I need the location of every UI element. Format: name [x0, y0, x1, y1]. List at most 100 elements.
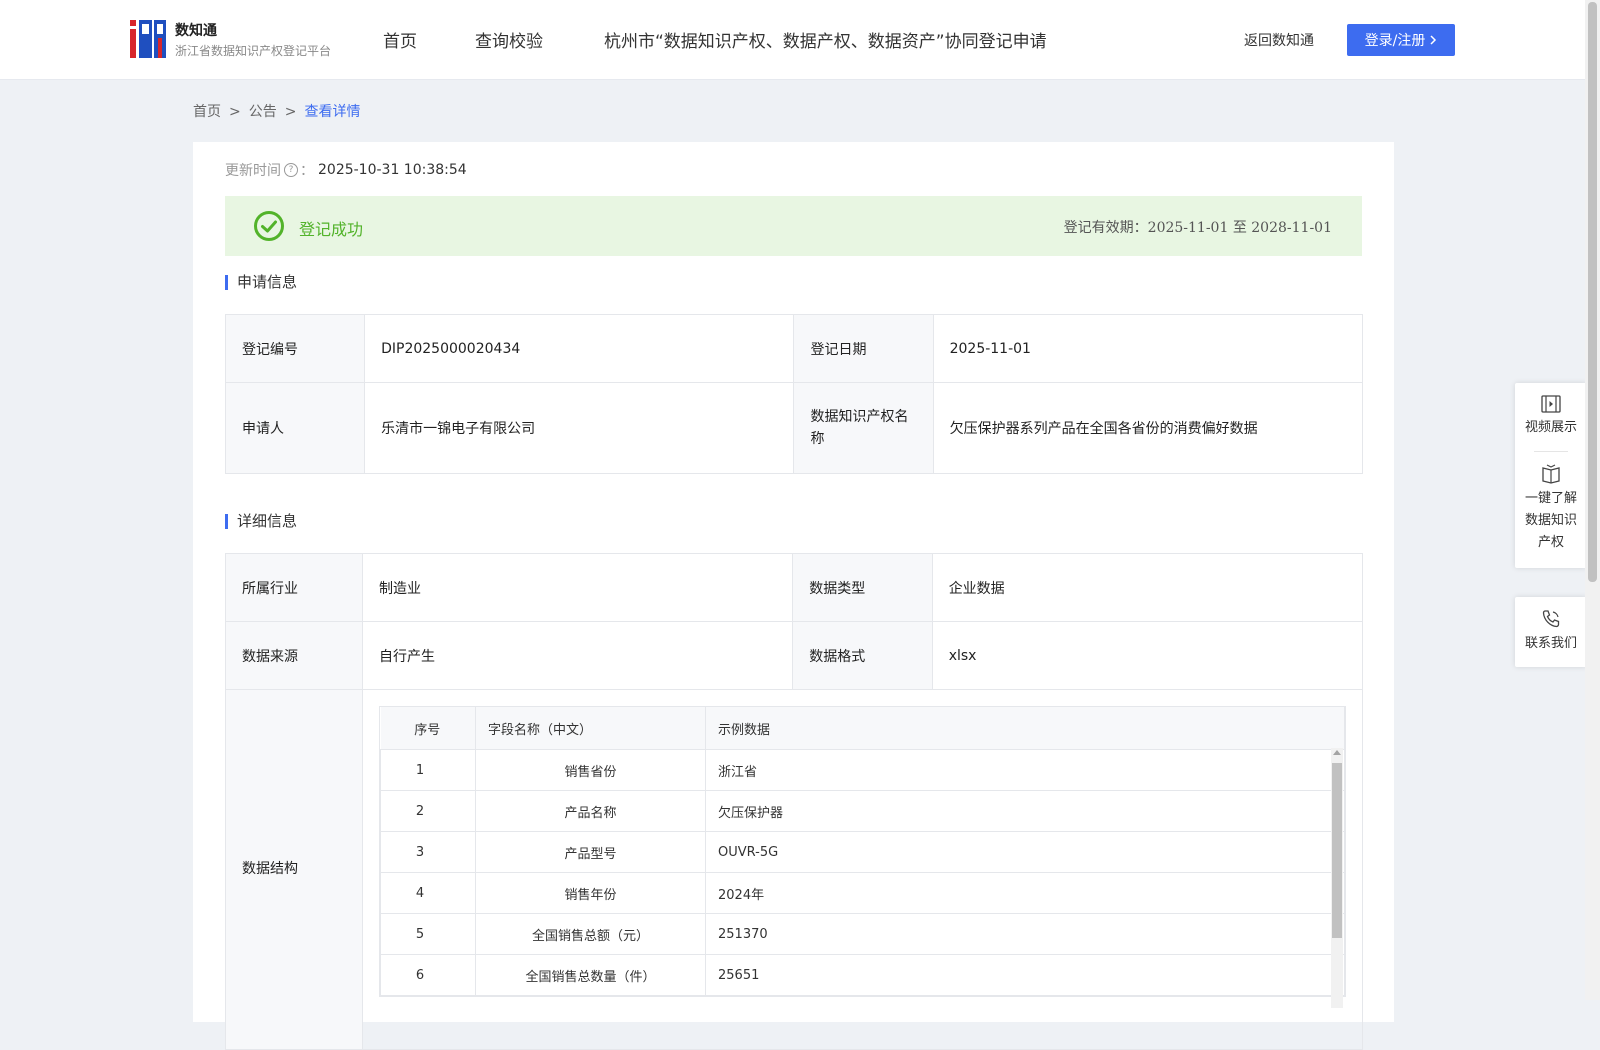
- data-structure-label: 数据结构: [225, 689, 363, 1050]
- phone-icon: [1542, 610, 1560, 628]
- row-field-name: 全国销售总数量（件）: [475, 954, 706, 996]
- breadcrumb: 首页 > 公告 > 查看详情: [193, 101, 360, 121]
- update-time-label: 更新时间: [225, 163, 281, 179]
- row-index: 3: [380, 831, 476, 873]
- industry-label: 所属行业: [225, 553, 363, 622]
- video-showcase-button[interactable]: 视频展示: [1515, 395, 1587, 439]
- validity-label: 登记有效期：: [1063, 220, 1148, 236]
- row-example: OUVR-5G: [705, 831, 1345, 873]
- application-section-title: 申请信息: [225, 275, 297, 290]
- scrollbar-thumb[interactable]: [1332, 763, 1342, 938]
- row-index: 4: [380, 872, 476, 914]
- row-field-name: 产品名称: [475, 790, 706, 832]
- table-row: 5 全国销售总额（元） 251370: [380, 913, 1345, 955]
- brand-name: 数知通: [175, 23, 217, 39]
- row-field-name: 全国销售总额（元）: [475, 913, 706, 955]
- floating-help-panel: 视频展示 一键了解数据知识产权: [1515, 383, 1587, 568]
- learn-ip-button[interactable]: 一键了解数据知识产权: [1515, 464, 1587, 554]
- inner-table-scrollbar[interactable]: [1331, 748, 1343, 1008]
- page-scrollbar-thumb[interactable]: [1588, 2, 1597, 582]
- nav-home[interactable]: 首页: [383, 27, 417, 52]
- data-type-label: 数据类型: [792, 553, 933, 622]
- table-row: 数据来源 自行产生 数据格式 xlsx: [225, 621, 1364, 690]
- breadcrumb-home[interactable]: 首页: [193, 101, 221, 121]
- book-icon: [1542, 464, 1560, 484]
- column-header-field-name: 字段名称（中文）: [475, 707, 706, 750]
- login-button-label: 登录/注册: [1364, 33, 1426, 49]
- row-field-name: 销售年份: [475, 872, 706, 914]
- registration-date-value: 2025-11-01: [932, 314, 1364, 383]
- data-structure-table-wrapper[interactable]: 序号 字段名称（中文） 示例数据 1 销售省份 浙江省 2 产品名称 欠压保护器…: [379, 706, 1346, 1008]
- breadcrumb-separator: >: [284, 104, 297, 120]
- table-row: 1 销售省份 浙江省: [380, 749, 1345, 791]
- logo-icon: [130, 20, 166, 58]
- column-header-example: 示例数据: [705, 707, 1345, 750]
- learn-ip-label: 一键了解数据知识产权: [1524, 491, 1577, 550]
- check-circle-icon: [254, 211, 284, 241]
- row-index: 1: [380, 749, 476, 791]
- page-scrollbar[interactable]: [1585, 0, 1600, 1000]
- column-header-index: 序号: [380, 707, 476, 750]
- video-icon: [1541, 395, 1561, 413]
- row-field-name: 产品型号: [475, 831, 706, 873]
- row-index: 6: [380, 954, 476, 996]
- back-to-shuzhitong-link[interactable]: 返回数知通: [1244, 30, 1314, 50]
- data-format-label: 数据格式: [792, 621, 933, 690]
- status-banner: 登记成功 登记有效期：2025-11-01 至 2028-11-01: [225, 196, 1362, 256]
- industry-value: 制造业: [361, 553, 794, 622]
- contact-panel: 联系我们: [1515, 597, 1587, 667]
- validity-period: 登记有效期：2025-11-01 至 2028-11-01: [1064, 217, 1332, 237]
- data-structure-table: 序号 字段名称（中文） 示例数据 1 销售省份 浙江省 2 产品名称 欠压保护器…: [380, 707, 1345, 996]
- row-example: 2024年: [705, 872, 1345, 914]
- table-row: 数据结构 序号 字段名称（中文） 示例数据 1 销售省份 浙江省 2 产品名称 …: [225, 689, 1363, 1050]
- table-row: 3 产品型号 OUVR-5G: [380, 831, 1345, 873]
- table-row: 2 产品名称 欠压保护器: [380, 790, 1345, 832]
- data-source-value: 自行产生: [361, 621, 794, 690]
- help-question-icon[interactable]: ?: [284, 163, 298, 177]
- row-example: 251370: [705, 913, 1345, 955]
- details-info-table: 所属行业 制造业 数据类型 企业数据 数据来源 自行产生 数据格式 xlsx 数…: [225, 553, 1364, 1050]
- scroll-up-arrow-icon[interactable]: [1333, 750, 1341, 755]
- ip-name-label: 数据知识产权名称: [793, 382, 934, 474]
- data-structure-cell: 序号 字段名称（中文） 示例数据 1 销售省份 浙江省 2 产品名称 欠压保护器…: [362, 689, 1363, 1050]
- login-register-button[interactable]: 登录/注册: [1347, 24, 1455, 56]
- update-time-value: 2025-10-31 10:38:54: [318, 162, 467, 178]
- application-info-table: 登记编号 DIP2025000020434 登记日期 2025-11-01 申请…: [224, 314, 1364, 474]
- applicant-label: 申请人: [224, 382, 366, 474]
- detail-card: 更新时间 ? ： 2025-10-31 10:38:54 登记成功 登记有效期：…: [193, 142, 1394, 1050]
- data-type-value: 企业数据: [931, 553, 1364, 622]
- table-row: 6 全国销售总数量（件） 25651: [380, 954, 1345, 996]
- top-header: 数知通 浙江省数据知识产权登记平台 首页 查询校验 杭州市“数据知识产权、数据产…: [0, 0, 1585, 80]
- divider: [1534, 451, 1568, 452]
- update-time-row: 更新时间 ? ： 2025-10-31 10:38:54: [225, 160, 467, 180]
- table-row: 所属行业 制造业 数据类型 企业数据: [225, 553, 1364, 622]
- validity-value: 2025-11-01 至 2028-11-01: [1147, 220, 1332, 236]
- row-example: 浙江省: [705, 749, 1345, 791]
- contact-us-label: 联系我们: [1524, 636, 1577, 651]
- registration-number-value: DIP2025000020434: [364, 314, 795, 383]
- breadcrumb-separator: >: [229, 104, 241, 120]
- row-example: 25651: [705, 954, 1345, 996]
- registration-number-label: 登记编号: [224, 314, 366, 383]
- breadcrumb-announcement[interactable]: 公告: [249, 101, 277, 121]
- row-field-name: 销售省份: [475, 749, 706, 791]
- applicant-value: 乐清市一锦电子有限公司: [364, 382, 795, 474]
- table-row: 申请人 乐清市一锦电子有限公司 数据知识产权名称 欠压保护器系列产品在全国各省份…: [224, 382, 1364, 474]
- table-header-row: 序号 字段名称（中文） 示例数据: [380, 707, 1345, 750]
- update-time-colon: ：: [300, 163, 314, 179]
- ip-name-value: 欠压保护器系列产品在全国各省份的消费偏好数据: [932, 382, 1364, 474]
- chevron-right-icon: [1430, 35, 1437, 45]
- contact-us-button[interactable]: 联系我们: [1515, 609, 1587, 655]
- row-index: 5: [380, 913, 476, 955]
- nav-hangzhou-registration[interactable]: 杭州市“数据知识产权、数据产权、数据资产”协同登记申请: [604, 27, 1047, 52]
- details-section-title: 详细信息: [225, 514, 297, 529]
- video-showcase-label: 视频展示: [1524, 420, 1577, 435]
- status-text: 登记成功: [299, 220, 364, 239]
- data-format-value: xlsx: [931, 621, 1364, 690]
- row-index: 2: [380, 790, 476, 832]
- nav-query[interactable]: 查询校验: [475, 27, 543, 52]
- registration-date-label: 登记日期: [793, 314, 934, 383]
- table-row: 4 销售年份 2024年: [380, 872, 1345, 914]
- row-example: 欠压保护器: [705, 790, 1345, 832]
- brand-subtitle: 浙江省数据知识产权登记平台: [175, 44, 332, 58]
